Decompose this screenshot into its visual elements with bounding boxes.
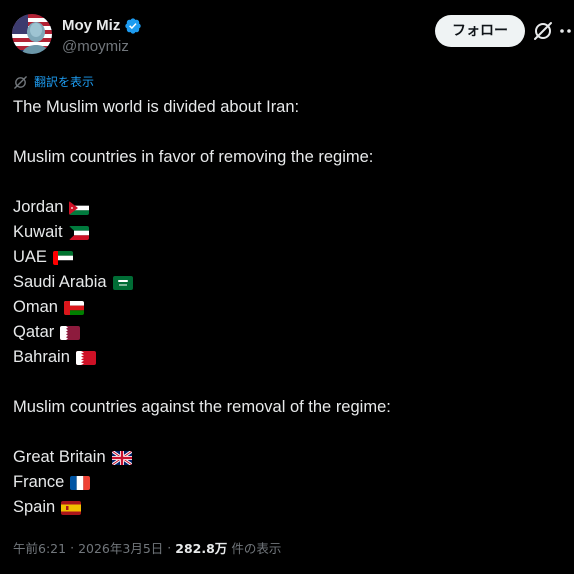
list-item: Spain bbox=[13, 495, 563, 520]
list-item: Kuwait bbox=[13, 220, 563, 245]
list-item: France bbox=[13, 470, 563, 495]
post-time[interactable]: 午前6:21 bbox=[13, 538, 66, 557]
kuwait-flag-icon bbox=[68, 225, 89, 240]
post-intro: The Muslim world is divided about Iran: bbox=[13, 98, 300, 116]
post-date[interactable]: 2026年3月5日 bbox=[78, 538, 163, 557]
uae-flag-icon bbox=[52, 250, 73, 265]
qatar-flag-icon bbox=[60, 325, 81, 340]
saudi-arabia-flag-icon bbox=[112, 275, 133, 290]
list-item: Jordan bbox=[13, 195, 563, 220]
bahrain-flag-icon bbox=[75, 350, 96, 365]
country-name: Oman bbox=[13, 298, 58, 316]
oman-flag-icon bbox=[63, 300, 84, 315]
author-info: Moy Miz @moymiz bbox=[62, 16, 142, 57]
country-name: Kuwait bbox=[13, 223, 63, 241]
country-name: Jordan bbox=[13, 198, 64, 216]
country-name: Qatar bbox=[13, 323, 55, 341]
jordan-flag-icon bbox=[69, 200, 90, 215]
translate-icon bbox=[13, 75, 28, 90]
list-item: Qatar bbox=[13, 320, 563, 345]
against-heading: Muslim countries against the removal of … bbox=[13, 398, 391, 416]
post-header: Moy Miz @moymiz フォロー bbox=[0, 0, 574, 64]
separator: · bbox=[167, 539, 172, 555]
post-text: The Muslim world is divided about Iran: … bbox=[13, 95, 563, 520]
avatar[interactable] bbox=[12, 14, 52, 54]
grok-icon[interactable] bbox=[532, 20, 554, 42]
more-options-icon[interactable] bbox=[558, 20, 574, 42]
country-name: Saudi Arabia bbox=[13, 273, 107, 291]
views-label: 件の表示 bbox=[231, 540, 282, 556]
post-metadata: 午前6:21 · 2026年3月5日 · 282.8万 件の表示 bbox=[13, 536, 281, 558]
list-item: Bahrain bbox=[13, 345, 563, 370]
translate-post-link[interactable]: 翻訳を表示 bbox=[13, 73, 94, 91]
name-row: Moy Miz bbox=[62, 16, 142, 36]
united-kingdom-flag-icon bbox=[111, 450, 132, 465]
translate-label[interactable]: 翻訳を表示 bbox=[34, 73, 94, 91]
country-name: UAE bbox=[13, 248, 47, 266]
list-item: Saudi Arabia bbox=[13, 270, 563, 295]
country-name: Great Britain bbox=[13, 448, 106, 466]
author-display-name[interactable]: Moy Miz bbox=[62, 16, 120, 36]
spain-flag-icon bbox=[61, 500, 82, 515]
country-name: France bbox=[13, 473, 65, 491]
views-count: 282.8万 bbox=[175, 540, 228, 556]
france-flag-icon bbox=[70, 475, 91, 490]
list-item: UAE bbox=[13, 245, 563, 270]
list-item: Oman bbox=[13, 295, 563, 320]
post-detail: Moy Miz @moymiz フォロー 翻訳を表示 The Muslim wo… bbox=[0, 0, 574, 574]
in-favor-heading: Muslim countries in favor of removing th… bbox=[13, 148, 374, 166]
country-name: Spain bbox=[13, 498, 56, 516]
list-item: Great Britain bbox=[13, 445, 563, 470]
country-name: Bahrain bbox=[13, 348, 70, 366]
author-handle[interactable]: @moymiz bbox=[62, 37, 142, 57]
avatar-image bbox=[12, 14, 52, 54]
separator: · bbox=[70, 539, 75, 555]
follow-button[interactable]: フォロー bbox=[435, 15, 525, 47]
verified-badge-icon bbox=[124, 17, 142, 35]
